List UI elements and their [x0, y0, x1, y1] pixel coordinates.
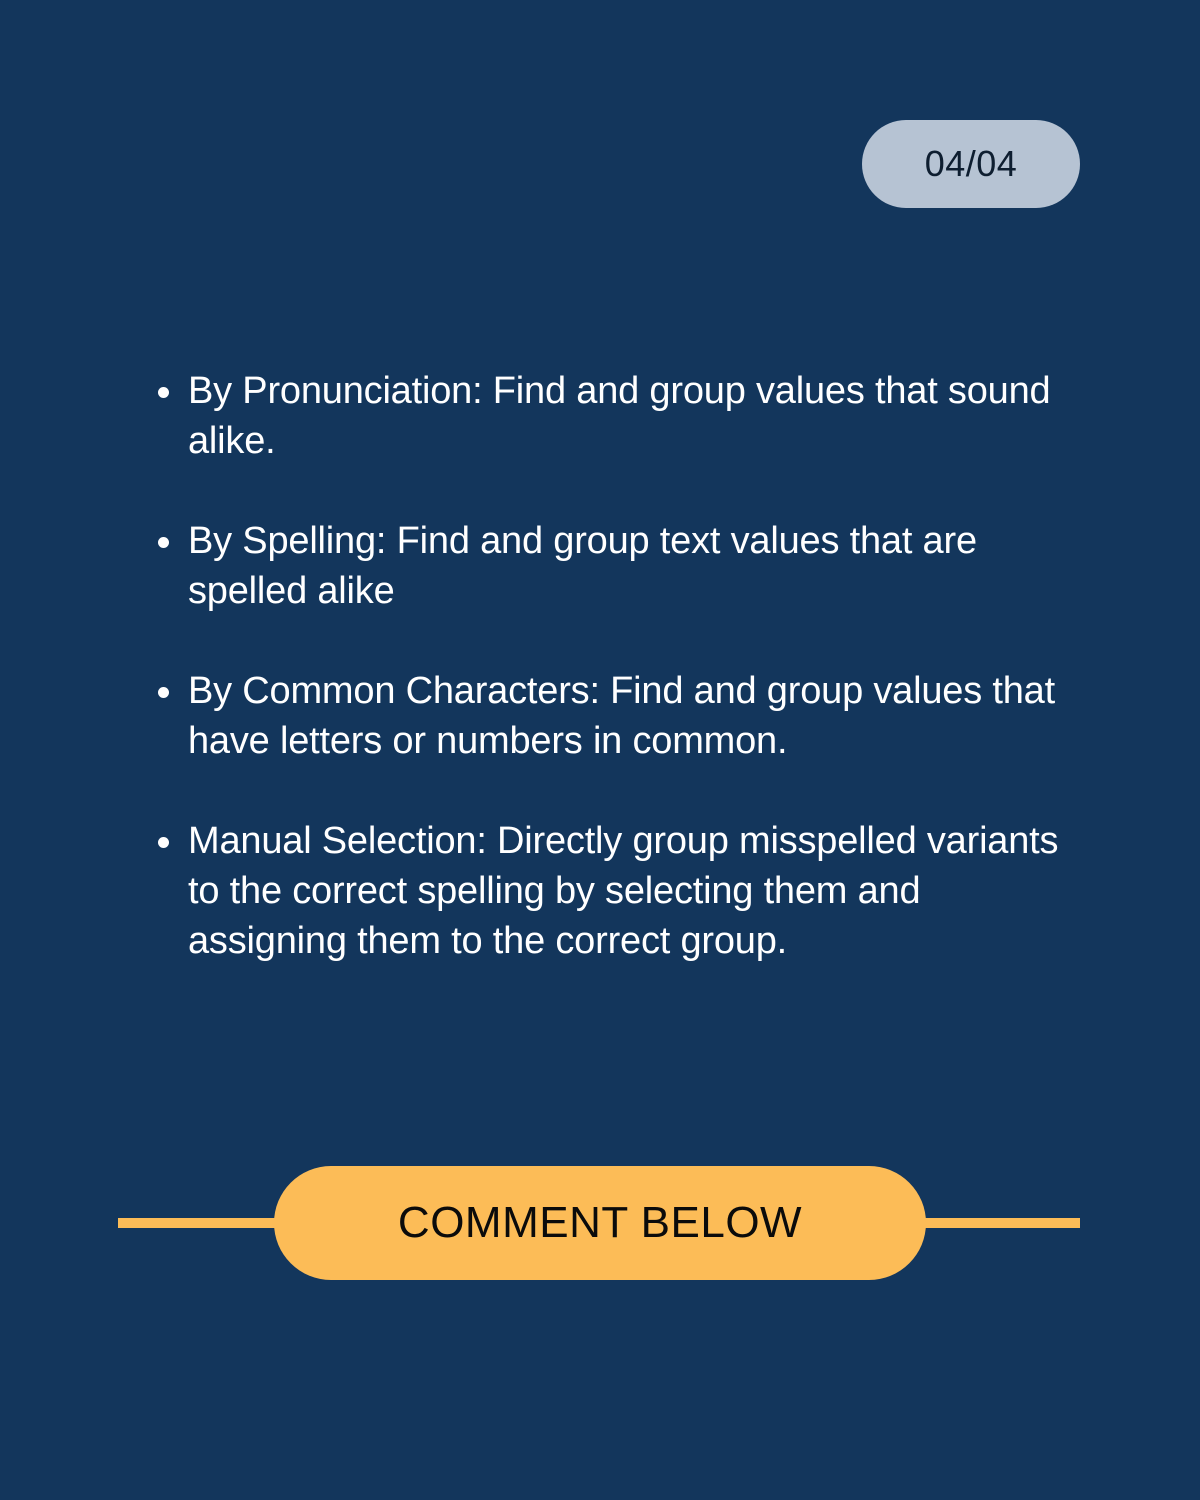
feature-list: By Pronunciation: Find and group values … — [158, 366, 1088, 1016]
bullet-dot-icon — [158, 837, 169, 848]
bullet-dot-icon — [158, 387, 169, 398]
list-item-text: By Pronunciation: Find and group values … — [188, 370, 1051, 462]
list-item-text: By Spelling: Find and group text values … — [188, 520, 977, 612]
comment-below-label: COMMENT BELOW — [397, 1198, 803, 1247]
list-item-text: Manual Selection: Directly group misspel… — [188, 820, 1059, 962]
comment-below-button[interactable]: COMMENT BELOW — [274, 1166, 926, 1280]
list-item: By Spelling: Find and group text values … — [158, 516, 1088, 616]
list-item: Manual Selection: Directly group misspel… — [158, 816, 1088, 966]
bullet-dot-icon — [158, 687, 169, 698]
list-item: By Pronunciation: Find and group values … — [158, 366, 1088, 466]
page-indicator-text: 04/04 — [924, 143, 1018, 184]
list-item: By Common Characters: Find and group val… — [158, 666, 1088, 766]
slide: 04/04 By Pronunciation: Find and group v… — [0, 0, 1200, 1500]
page-indicator-badge: 04/04 — [862, 120, 1080, 208]
list-item-text: By Common Characters: Find and group val… — [188, 670, 1055, 762]
bullet-dot-icon — [158, 537, 169, 548]
